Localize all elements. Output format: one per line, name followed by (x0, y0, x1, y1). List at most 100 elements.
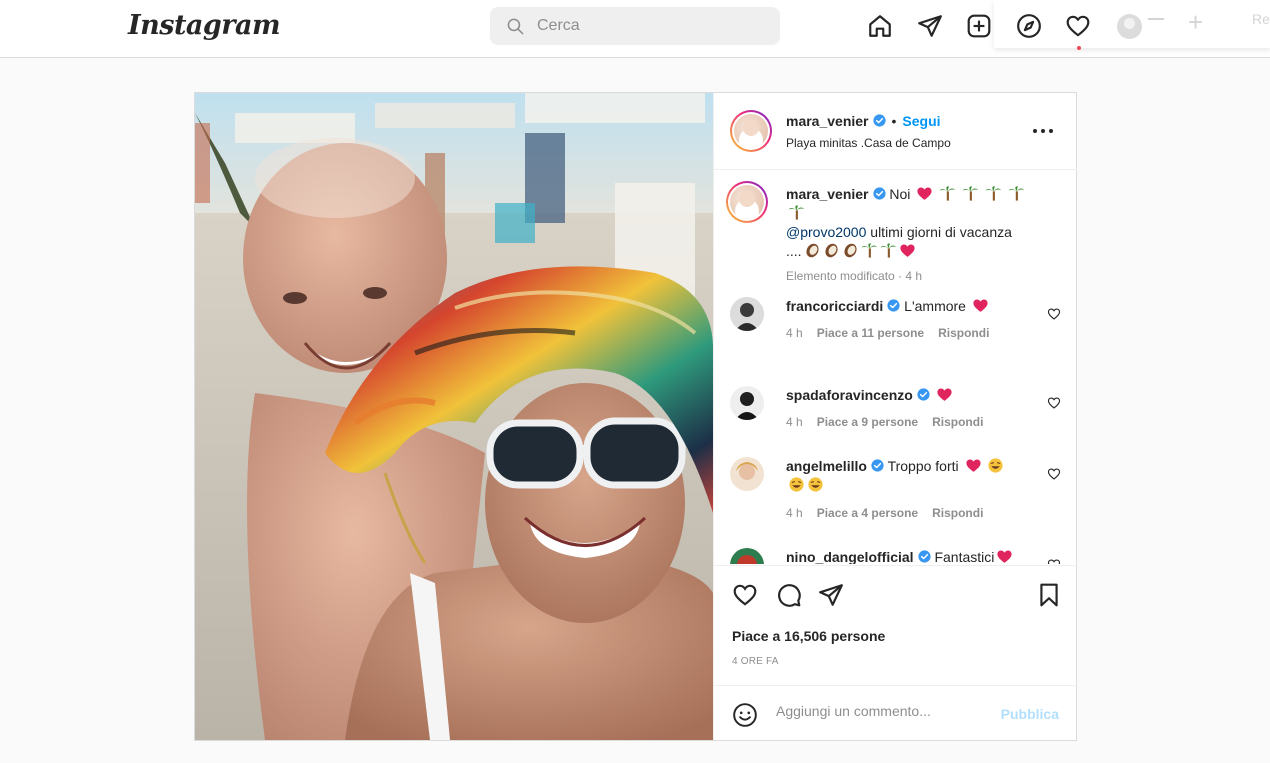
save-bookmark-icon[interactable] (1036, 582, 1062, 608)
search-input[interactable] (537, 17, 757, 35)
verified-badge-icon (872, 114, 886, 127)
caption-text-mid: ultimi giorni di vacanza (870, 224, 1012, 240)
like-heart-icon[interactable] (732, 582, 758, 608)
profile-avatar[interactable] (1117, 14, 1142, 39)
author-username[interactable]: mara_venier (786, 113, 869, 129)
red-heart-emoji-icon (965, 459, 981, 472)
comments-list[interactable]: mara_venier Noi @provo2000 ultimi giorni… (714, 171, 1077, 564)
add-comment-input[interactable] (776, 703, 986, 719)
explore-button[interactable] (1014, 11, 1044, 41)
comment-likes[interactable]: Piace a 4 persone (817, 506, 918, 520)
palm-tree-emoji-icon (861, 243, 877, 258)
separator-dot: • (891, 113, 897, 129)
more-options-icon[interactable] (1031, 121, 1055, 141)
comment-row: francoricciardi L'ammore 4 h Piace a 11 p… (730, 297, 1065, 357)
comment-text: nino_dangelofficial Fantastici (786, 548, 1046, 564)
red-heart-emoji-icon (973, 299, 988, 312)
like-comment-heart-icon[interactable] (1047, 307, 1061, 321)
comment-row: spadaforavincenzo 4 h Piace a 9 persone Ri… (730, 386, 1065, 446)
search-icon (507, 18, 524, 34)
publish-button[interactable]: Pubblica (1001, 706, 1059, 722)
post-location[interactable]: Playa minitas .Casa de Campo (786, 136, 951, 150)
author-avatar[interactable] (730, 110, 772, 152)
instagram-logo[interactable]: Instagram (128, 10, 281, 41)
new-post-button[interactable] (964, 11, 994, 41)
comment-username[interactable]: angelmelillo (786, 458, 867, 474)
laughing-emoji-icon (808, 477, 823, 492)
verified-badge-icon (917, 388, 930, 401)
direct-messages-button[interactable] (915, 11, 945, 41)
activity-button[interactable] (1063, 11, 1093, 41)
post-side-panel: mara_venier • Segui Playa minitas .Casa de… (713, 93, 1077, 741)
like-comment-heart-icon[interactable] (1047, 467, 1061, 481)
post-photo[interactable] (195, 93, 713, 740)
comment-text: francoricciardi L'ammore (786, 297, 1046, 316)
verified-badge-icon (872, 187, 886, 200)
comment-username[interactable]: spadaforavincenzo (786, 387, 913, 403)
coconut-emoji-icon (844, 243, 857, 258)
notification-dot (1077, 46, 1081, 50)
verified-badge-icon (871, 459, 884, 472)
caption-text-start: Noi (889, 186, 911, 202)
like-comment-heart-icon[interactable] (1047, 558, 1061, 564)
activity-icon (1066, 15, 1090, 37)
caption-meta: Elemento modificato · 4 h (786, 269, 923, 283)
post-time: 4 ORE FA (732, 656, 779, 667)
post-actions: Piace a 16,506 persone 4 ORE FA (714, 565, 1077, 685)
comment-row: angelmelillo Troppo forti 4 h Piace a 4 p… (730, 457, 1065, 537)
verified-badge-icon (887, 299, 900, 312)
caption-mention[interactable]: @provo2000 (786, 224, 866, 240)
reply-button[interactable]: Rispondi (932, 415, 983, 429)
emoji-picker-icon[interactable] (732, 702, 758, 728)
top-navigation-bar: Instagram + Re (0, 0, 1270, 58)
caption-avatar[interactable] (726, 181, 768, 223)
avatar-image (730, 548, 764, 564)
explore-icon (1017, 14, 1041, 38)
search-box[interactable] (490, 7, 780, 45)
comment-likes[interactable]: Piace a 11 persone (817, 326, 924, 340)
caption-username[interactable]: mara_venier (786, 186, 869, 202)
laughing-emoji-icon (988, 458, 1004, 473)
verified-badge-icon (917, 550, 931, 563)
comment-row: nino_dangelofficial Fantastici (730, 548, 1065, 564)
commenter-avatar[interactable] (730, 386, 764, 420)
coconut-emoji-icon (825, 243, 838, 258)
comment-username[interactable]: francoricciardi (786, 298, 883, 314)
caption-text-end: .... (786, 243, 802, 259)
share-icon[interactable] (818, 582, 844, 608)
home-icon (869, 15, 891, 37)
minus-icon (1148, 18, 1164, 20)
palm-tree-emoji-icon (1008, 186, 1025, 201)
comment-text: spadaforavincenzo (786, 386, 1046, 405)
commenter-avatar[interactable] (730, 548, 764, 564)
likes-count[interactable]: Piace a 16,506 persone (732, 628, 885, 644)
red-heart-emoji-icon (937, 388, 952, 401)
post-header: mara_venier • Segui Playa minitas .Casa de… (714, 93, 1077, 170)
commenter-avatar[interactable] (730, 457, 764, 491)
plus-icon: + (1188, 7, 1204, 37)
post-card: mara_venier • Segui Playa minitas .Casa de… (194, 92, 1077, 741)
like-comment-heart-icon[interactable] (1047, 396, 1061, 410)
comment-likes[interactable]: Piace a 9 persone (817, 415, 918, 429)
comment-username[interactable]: nino_dangelofficial (786, 549, 914, 564)
comment-bubble-icon[interactable] (776, 582, 802, 608)
palm-tree-emoji-icon (985, 186, 1002, 201)
palm-tree-emoji-icon (962, 186, 979, 201)
home-button[interactable] (865, 11, 895, 41)
coconut-emoji-icon (806, 243, 819, 258)
add-comment-bar: Pubblica (714, 685, 1077, 741)
follow-button[interactable]: Segui (902, 113, 940, 129)
comment-body: Fantastici (934, 549, 995, 564)
comment-body: L'ammore (904, 298, 966, 314)
reply-button[interactable]: Rispondi (932, 506, 983, 520)
red-heart-emoji-icon (997, 550, 1012, 563)
avatar-image (730, 386, 764, 420)
direct-icon (918, 15, 942, 37)
reply-button[interactable]: Rispondi (938, 326, 989, 340)
comment-time: 4 h (786, 415, 803, 429)
avatar-image (730, 457, 764, 491)
caption-text: mara_venier Noi @provo2000 ultimi giorni… (786, 185, 1046, 261)
comment-body: Troppo forti (887, 458, 959, 474)
author-line: mara_venier • Segui (786, 113, 941, 131)
commenter-avatar[interactable] (730, 297, 764, 331)
